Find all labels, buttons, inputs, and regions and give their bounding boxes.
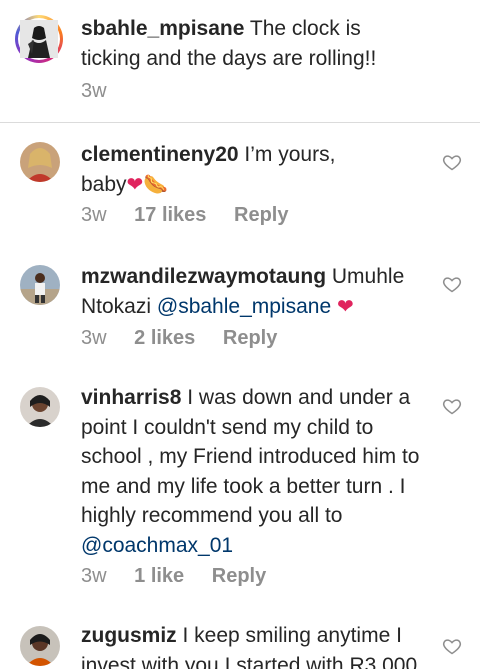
story-ring-avatar[interactable] (15, 15, 63, 63)
heart-emoji: ❤ (336, 293, 354, 318)
comment-body-line: highly recommend you all to (81, 504, 343, 527)
likes-count[interactable]: 2 likes (134, 327, 195, 349)
comment-text: mzwandilezwaymotaung Umuhle Ntokazi @sba… (81, 262, 421, 321)
avatar-image (20, 265, 60, 305)
caption-time: 3w (81, 80, 107, 102)
comment-text: clementineny20 I’m yours, baby❤🌭 (81, 140, 421, 199)
comment-body-line: me and my life took a better turn . I (81, 474, 406, 498)
reply-button[interactable]: Reply (234, 204, 288, 226)
comment-text: vinharris8 I was down and under a point … (81, 383, 421, 560)
avatar[interactable] (20, 387, 60, 427)
reply-button[interactable]: Reply (212, 565, 266, 587)
avatar[interactable] (20, 142, 60, 182)
comment-time: 3w (81, 327, 107, 349)
comment-text: zugusmiz I keep smiling anytime I invest… (81, 621, 421, 669)
heart-outline-icon[interactable] (442, 396, 462, 416)
avatar[interactable] (20, 626, 60, 666)
comment-username[interactable]: zugusmiz (81, 624, 177, 647)
likes-count[interactable]: 1 like (134, 565, 184, 587)
comment-username[interactable]: mzwandilezwaymotaung (81, 265, 326, 288)
avatar-image (20, 20, 58, 58)
comment-time: 3w (81, 204, 107, 226)
comment-meta: 3w 17 likes Reply (81, 204, 310, 227)
comment-username[interactable]: vinharris8 (81, 386, 181, 409)
comment-username[interactable]: clementineny20 (81, 143, 239, 166)
caption-username[interactable]: sbahle_mpisane (81, 17, 244, 40)
comment-body-line: school , my Friend introduced him to (81, 445, 420, 468)
avatar[interactable] (20, 265, 60, 305)
avatar-image (20, 626, 60, 666)
avatar-image (20, 387, 60, 427)
comments-page: sbahle_mpisane The clock is ticking and … (0, 0, 480, 669)
avatar-image (20, 142, 60, 182)
heart-outline-icon[interactable] (442, 274, 462, 294)
heart-outline-icon[interactable] (442, 152, 462, 172)
mention-link[interactable]: @sbahle_mpisane (157, 295, 331, 318)
post-caption: sbahle_mpisane The clock is ticking and … (0, 0, 480, 123)
comment-body-line: I was down and under a (187, 386, 411, 409)
heart-hotdog-emoji: ❤🌭 (126, 171, 169, 196)
comment-body-line: point I couldn't send my child to (81, 415, 374, 439)
comment-body-line: I’m yours, (244, 143, 336, 166)
caption-meta: 3w (81, 80, 129, 103)
heart-outline-icon[interactable] (442, 636, 462, 656)
comment-time: 3w (81, 565, 107, 587)
comment-meta: 3w 1 like Reply (81, 565, 288, 588)
comment-body-line: Umuhle (331, 265, 405, 288)
mention-link[interactable]: @coachmax_01 (81, 534, 233, 557)
comment-body-line: I keep smiling anytime I (182, 624, 402, 647)
reply-button[interactable]: Reply (223, 327, 277, 349)
comment-meta: 3w 2 likes Reply (81, 327, 299, 350)
comment-body-line: Ntokazi (81, 294, 152, 318)
caption-text: sbahle_mpisane The clock is ticking and … (81, 14, 421, 73)
comment-body-line: invest with you I started with R3 000 (81, 653, 418, 669)
likes-count[interactable]: 17 likes (134, 204, 206, 226)
comment-body-line: baby (81, 172, 127, 196)
